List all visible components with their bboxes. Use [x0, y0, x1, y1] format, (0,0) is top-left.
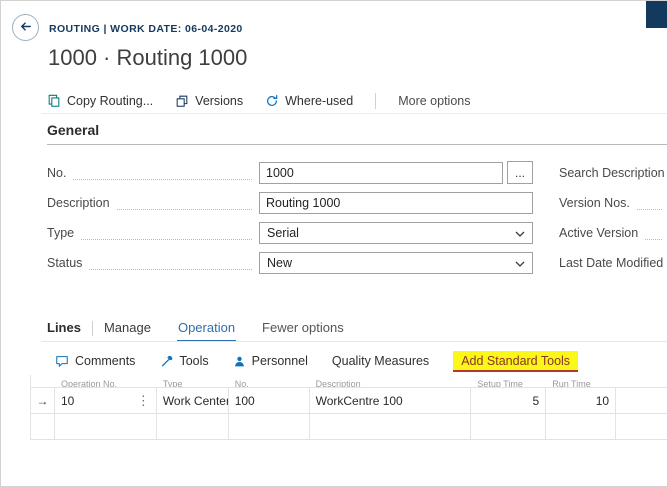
field-row-type: Type Serial [47, 221, 533, 244]
description-header: Description [315, 379, 361, 388]
operation-no-cell[interactable]: 10 ⋮ [55, 388, 157, 413]
actionbar-separator [375, 93, 377, 109]
routing-lines-table: Operation No. Type No. Description Setup… [30, 375, 667, 440]
lines-tab-bar: Lines Manage Operation Fewer options [47, 318, 344, 342]
copy-routing-button[interactable]: Copy Routing... [47, 94, 153, 108]
chevron-down-icon [515, 226, 525, 240]
dotted-leader [81, 225, 252, 240]
copy-routing-label: Copy Routing... [67, 94, 154, 108]
search-description-label: Search Description [559, 165, 665, 180]
personnel-button[interactable]: Personnel [233, 354, 308, 368]
chevron-down-icon [515, 256, 525, 270]
page-title: 1000 · Routing 1000 [48, 45, 248, 70]
status-select[interactable]: New [259, 251, 533, 274]
back-button[interactable] [12, 14, 39, 41]
general-heading: General [47, 122, 100, 138]
versions-label: Versions [195, 94, 244, 108]
comments-button[interactable]: Comments [55, 354, 135, 368]
type-select[interactable]: Serial [259, 221, 533, 244]
active-version-label: Active Version [559, 225, 639, 240]
field-row-last-date-modified: Last Date Modified [559, 251, 667, 274]
field-row-version-nos: Version Nos. [559, 191, 667, 214]
back-arrow-icon [18, 19, 33, 37]
field-row-active-version: Active Version [559, 221, 667, 244]
tab-manage[interactable]: Manage [104, 318, 151, 335]
action-bar: Copy Routing... Versions Where-used More… [47, 90, 470, 112]
tools-label: Tools [179, 354, 209, 368]
no-label: No. [47, 165, 67, 180]
field-row-status: Status New [47, 251, 533, 274]
breadcrumb[interactable]: ROUTING | WORK DATE: 06-04-2020 [49, 23, 243, 35]
tab-operation[interactable]: Operation [176, 318, 237, 342]
comments-label: Comments [75, 354, 136, 368]
no-cell[interactable]: 100 [229, 388, 310, 413]
personnel-label: Personnel [251, 354, 308, 368]
run-time-cell[interactable]: 10 [546, 388, 617, 413]
dotted-leader [116, 195, 252, 210]
quality-measures-label: Quality Measures [331, 354, 430, 368]
dotted-leader [645, 225, 662, 240]
dotted-leader [636, 195, 662, 210]
lines-section-title: Lines [47, 320, 81, 335]
more-options-button[interactable]: More options [398, 94, 470, 108]
no-assist-edit-button[interactable]: ... [507, 161, 533, 184]
status-label: Status [47, 255, 83, 270]
tabs-separator [91, 321, 93, 336]
no-input[interactable] [259, 161, 503, 184]
type-label: Type [47, 225, 75, 240]
version-nos-label: Version Nos. [559, 195, 630, 210]
current-row-arrow-icon: → [36, 393, 49, 408]
copy-icon [47, 94, 61, 108]
add-standard-tools-button[interactable]: Add Standard Tools [453, 350, 579, 372]
spacer-cell [616, 388, 667, 413]
table-header-row: Operation No. Type No. Description Setup… [31, 375, 667, 388]
general-form-right: Search Description Version Nos. Active V… [559, 161, 667, 281]
field-row-description: Description [47, 191, 533, 214]
field-row-search-description: Search Description [559, 161, 667, 184]
versions-icon [175, 94, 189, 108]
where-used-label: Where-used [285, 94, 354, 108]
field-row-no: No. ... [47, 161, 533, 184]
add-standard-tools-label: Add Standard Tools [461, 353, 571, 368]
description-cell[interactable]: WorkCentre 100 [310, 388, 472, 413]
setup-time-cell[interactable]: 5 [471, 388, 547, 413]
setup-time-header: Setup Time [477, 379, 523, 388]
status-select-value: New [267, 255, 293, 270]
fewer-options-button[interactable]: Fewer options [262, 318, 344, 335]
tools-button[interactable]: Tools [159, 354, 209, 368]
type-select-value: Serial [267, 225, 299, 240]
dotted-leader [73, 165, 252, 180]
row-marker-cell: → [31, 388, 55, 413]
cell-ellipsis-menu-icon[interactable]: ⋮ [137, 394, 150, 407]
description-input[interactable] [259, 191, 533, 214]
tools-icon [159, 354, 173, 368]
operation-no-header: Operation No. [60, 379, 117, 388]
last-date-modified-label: Last Date Modified [559, 255, 664, 270]
lines-tab-divider [41, 341, 667, 342]
quality-measures-button[interactable]: Quality Measures [332, 354, 429, 368]
table-row-empty[interactable] [31, 414, 667, 440]
lines-toolbar: Comments Tools Personnel Quality Measure… [55, 350, 579, 372]
general-form: No. ... Description Type Serial [47, 161, 533, 281]
description-label: Description [47, 195, 110, 210]
versions-button[interactable]: Versions [175, 94, 243, 108]
dotted-leader [89, 255, 252, 270]
routing-page: ROUTING | WORK DATE: 06-04-2020 1000 · R… [0, 0, 668, 487]
no-header: No. [234, 379, 249, 388]
table-row: → 10 ⋮ Work Center 100 WorkCentre 100 5 … [31, 388, 667, 414]
actionbar-divider [41, 113, 667, 114]
type-cell[interactable]: Work Center [157, 388, 229, 413]
personnel-icon [233, 355, 246, 368]
general-divider [47, 144, 667, 145]
run-time-header: Run Time [552, 379, 591, 388]
where-used-button[interactable]: Where-used [265, 94, 353, 108]
app-chrome-fragment [646, 1, 667, 28]
comment-icon [55, 354, 69, 368]
where-used-icon [265, 94, 279, 108]
type-header: Type [162, 379, 183, 388]
